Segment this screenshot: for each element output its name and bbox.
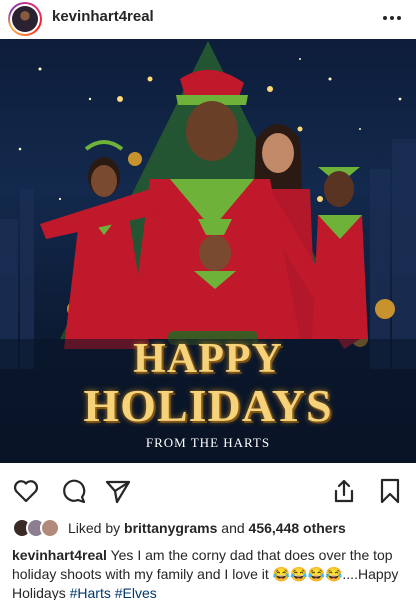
likes-prefix: Liked by bbox=[68, 520, 121, 536]
liker-username[interactable]: brittanygrams bbox=[124, 520, 217, 536]
send-icon[interactable] bbox=[104, 477, 132, 505]
post-username[interactable]: kevinhart4real bbox=[52, 8, 154, 25]
comment-icon[interactable] bbox=[60, 477, 88, 505]
likes-conjunction: and bbox=[221, 520, 245, 536]
holiday-title-line1: HAPPY bbox=[133, 336, 283, 382]
heart-icon[interactable] bbox=[12, 477, 40, 505]
hashtag-link[interactable]: #Elves bbox=[115, 585, 157, 600]
post-caption: kevinhart4real Yes I am the corny dad th… bbox=[12, 546, 408, 600]
avatar-border bbox=[10, 4, 40, 34]
ellipsis-icon[interactable] bbox=[380, 6, 404, 30]
post-image[interactable]: HAPPY HOLIDAYS FROM THE HARTS bbox=[0, 39, 416, 463]
liker-avatars bbox=[12, 518, 62, 538]
hashtag-link[interactable]: #Harts bbox=[70, 585, 111, 600]
post-actions bbox=[0, 474, 416, 508]
likes-summary[interactable]: Liked by brittanygrams and 456,448 other… bbox=[12, 518, 346, 538]
avatar-image bbox=[12, 6, 38, 32]
likes-count[interactable]: 456,448 others bbox=[249, 520, 346, 536]
bookmark-icon[interactable] bbox=[376, 477, 404, 505]
post-header: kevinhart4real bbox=[0, 0, 416, 38]
liker-avatar bbox=[40, 518, 60, 538]
holiday-title-line2: HOLIDAYS bbox=[83, 380, 333, 431]
holiday-subtitle: FROM THE HARTS bbox=[145, 435, 271, 450]
avatar[interactable] bbox=[8, 2, 42, 36]
caption-username[interactable]: kevinhart4real bbox=[12, 547, 107, 563]
share-upload-icon[interactable] bbox=[330, 477, 358, 505]
